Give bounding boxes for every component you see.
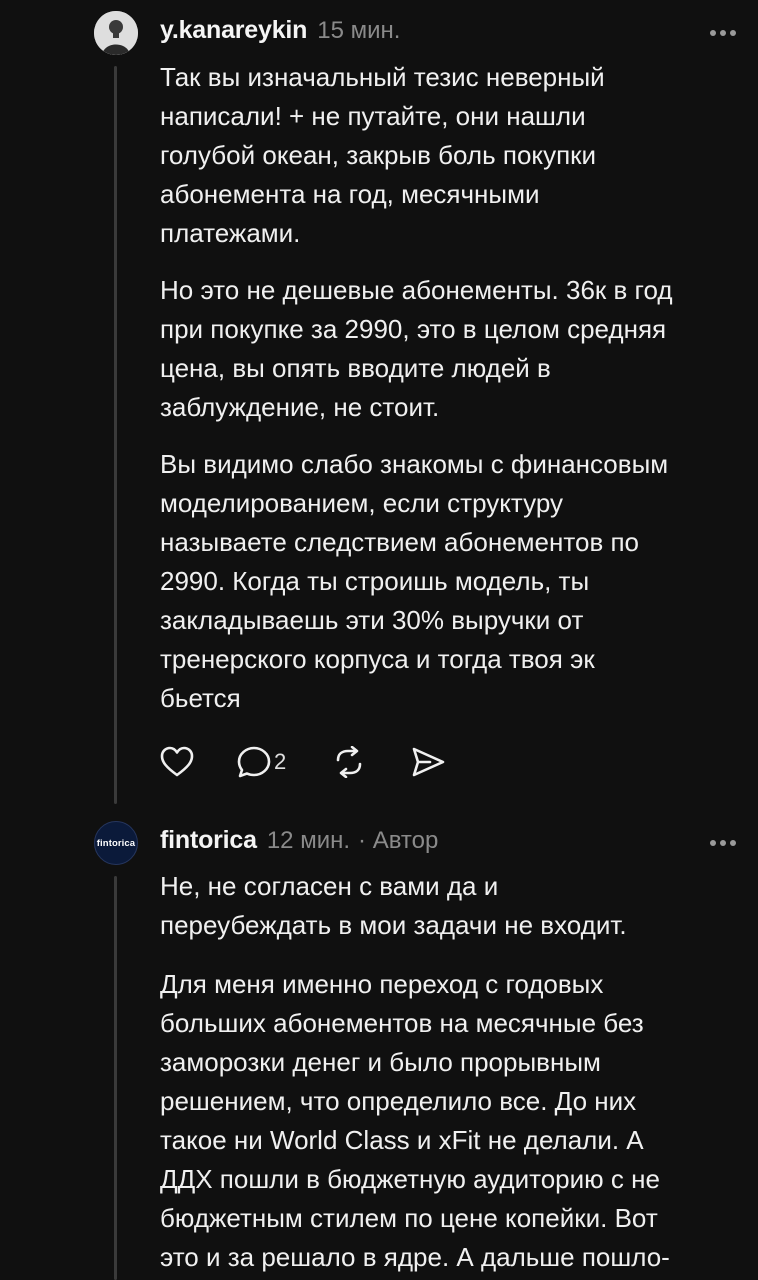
comment-paragraph: Но это не дешевые абонементы. 36к в год …: [160, 275, 673, 422]
avatar[interactable]: fintorica: [94, 821, 138, 865]
comment-header: y.kanareykin 15 мин.: [160, 16, 400, 45]
reply-button[interactable]: 2: [236, 745, 286, 779]
thread-line: [114, 66, 117, 804]
comment-paragraph: Вы видимо слабо знакомы с финансовым мод…: [160, 449, 669, 713]
comment-body: Не, не согласен с вами да и переубеждать…: [160, 867, 750, 1277]
comment-actions: 2: [160, 745, 492, 779]
author-badge: · Автор: [358, 827, 439, 854]
comment-paragraph: Так вы изначальный тезис неверный написа…: [160, 62, 605, 248]
user-avatar-icon: [94, 11, 138, 55]
username[interactable]: y.kanareykin: [160, 16, 307, 45]
more-icon[interactable]: [710, 840, 736, 846]
comment-paragraph: Для меня именно переход с годовых больши…: [160, 969, 670, 1272]
avatar[interactable]: [94, 11, 138, 55]
comment-header: fintorica 12 мин. · Автор: [160, 826, 438, 855]
share-button[interactable]: [410, 746, 446, 778]
repost-button[interactable]: [332, 746, 366, 778]
comment-icon: [237, 746, 271, 778]
heart-icon: [160, 746, 194, 777]
reply-count: 2: [274, 749, 287, 774]
comment-body: Так вы изначальный тезис неверный написа…: [160, 58, 750, 718]
more-icon[interactable]: [710, 30, 736, 36]
username[interactable]: fintorica: [160, 826, 257, 855]
thread-line: [114, 876, 117, 1280]
share-icon: [412, 747, 445, 777]
like-button[interactable]: [160, 746, 194, 778]
repost-icon: [336, 746, 362, 778]
comment-paragraph: Не, не согласен с вами да и переубеждать…: [160, 871, 627, 940]
avatar-logo: fintorica: [96, 837, 136, 849]
timestamp: 12 мин.: [266, 827, 351, 854]
timestamp: 15 мин.: [317, 17, 401, 44]
